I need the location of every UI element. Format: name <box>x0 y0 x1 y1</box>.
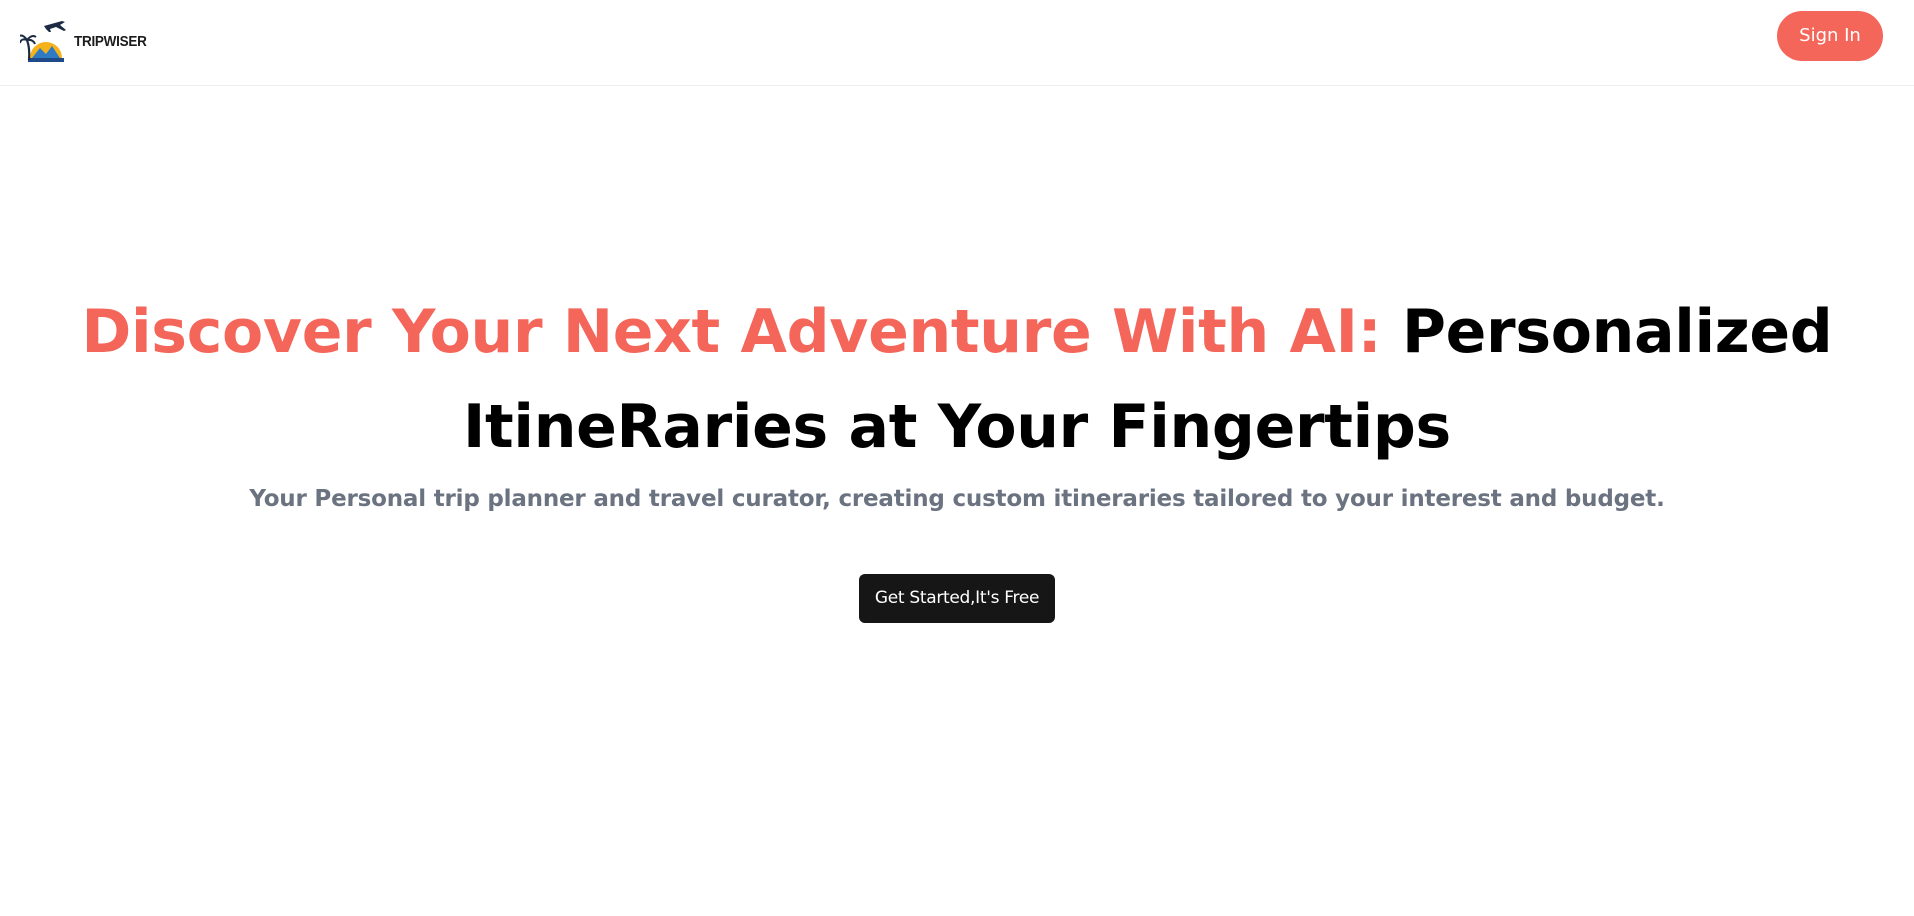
plane-palm-sunset-icon <box>20 21 66 62</box>
site-header: TRIPWISER Sign In <box>0 0 1914 86</box>
hero-subtitle: Your Personal trip planner and travel cu… <box>249 486 1665 512</box>
get-started-button[interactable]: Get Started,It's Free <box>859 574 1055 623</box>
sign-in-button[interactable]: Sign In <box>1777 11 1883 61</box>
logo-text: TRIPWISER <box>74 33 147 50</box>
hero-title-accent: Discover Your Next Adventure With AI: <box>81 297 1382 367</box>
hero-title: Discover Your Next Adventure With AI: Pe… <box>0 285 1914 475</box>
logo[interactable]: TRIPWISER <box>20 18 150 66</box>
